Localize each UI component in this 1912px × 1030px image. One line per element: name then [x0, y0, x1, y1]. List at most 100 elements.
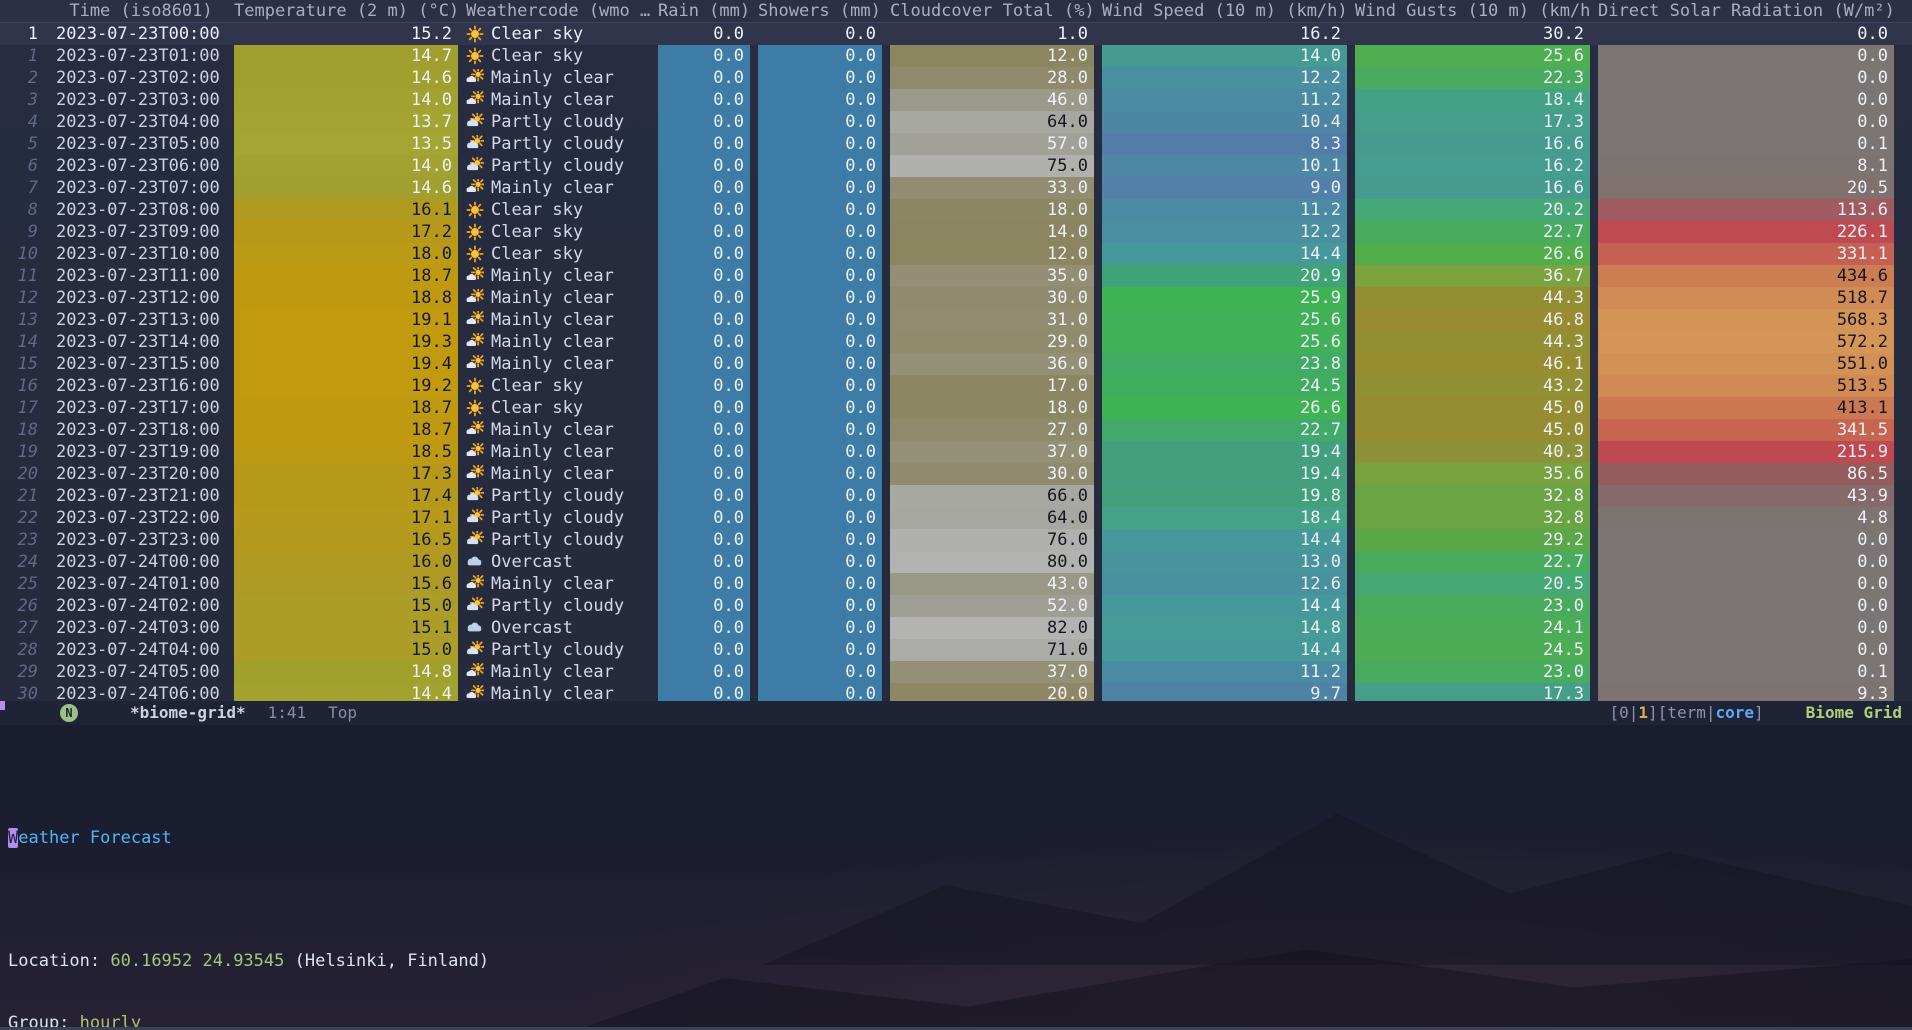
wind-gusts-cell: 18.4	[1355, 89, 1590, 111]
wind-speed-cell: 9.7	[1102, 683, 1347, 701]
partly-cloudy-icon	[466, 597, 484, 615]
time-cell: 2023-07-23T17:00	[56, 397, 226, 419]
mainly-clear-icon	[466, 443, 484, 461]
cloudcover-cell: 31.0	[890, 309, 1094, 331]
temperature-cell: 14.8	[234, 661, 458, 683]
partly-cloudy-icon	[466, 641, 484, 659]
line-number: 4	[2, 111, 48, 133]
table-row[interactable]: 22023-07-23T02:0014.6Mainly clear0.00.02…	[0, 67, 1912, 89]
cloudcover-cell: 76.0	[890, 529, 1094, 551]
col-header-temperature[interactable]: Temperature (2 m) (°C)	[234, 0, 458, 22]
table-row[interactable]: 62023-07-23T06:0014.0Partly cloudy0.00.0…	[0, 155, 1912, 177]
cloudcover-cell: 64.0	[890, 111, 1094, 133]
col-header-weathercode[interactable]: Weathercode (wmo …	[466, 0, 650, 22]
table-row[interactable]: 262023-07-24T02:0015.0Partly cloudy0.00.…	[0, 595, 1912, 617]
weather-table-rows: 12023-07-23T00:0015.2Clear sky0.00.01.01…	[0, 23, 1912, 701]
mainly-clear-icon	[466, 179, 484, 197]
table-row[interactable]: 292023-07-24T05:0014.8Mainly clear0.00.0…	[0, 661, 1912, 683]
rain-cell: 0.0	[658, 309, 750, 331]
col-header-time[interactable]: Time (iso8601)	[56, 0, 226, 22]
table-row[interactable]: 12023-07-23T00:0015.2Clear sky0.00.01.01…	[0, 23, 1912, 45]
col-header-solar-radiation[interactable]: Direct Solar Radiation (W/m²)	[1598, 0, 1894, 22]
tab-group-term[interactable]: term	[1667, 703, 1706, 722]
table-row[interactable]: 172023-07-23T17:0018.7Clear sky0.00.018.…	[0, 397, 1912, 419]
place-value: (Helsinki, Finland)	[295, 951, 489, 971]
workspace-0[interactable]: 0	[1619, 703, 1629, 722]
col-header-showers[interactable]: Showers (mm)	[758, 0, 882, 22]
solar-radiation-cell: 0.0	[1598, 23, 1894, 45]
wind-speed-cell: 25.9	[1102, 287, 1347, 309]
solar-radiation-cell: 341.5	[1598, 419, 1894, 441]
wind-gusts-cell: 22.7	[1355, 221, 1590, 243]
table-row[interactable]: 222023-07-23T22:0017.1Partly cloudy0.00.…	[0, 507, 1912, 529]
table-row[interactable]: 192023-07-23T19:0018.5Mainly clear0.00.0…	[0, 441, 1912, 463]
partly-cloudy-icon	[466, 487, 484, 505]
col-header-wind-speed[interactable]: Wind Speed (10 m) (km/h)	[1102, 0, 1347, 22]
meow-state-indicator: N	[60, 704, 78, 722]
workspace-indicator[interactable]: [0|1]	[1609, 701, 1657, 725]
time-cell: 2023-07-23T05:00	[56, 133, 226, 155]
weathercode-cell: Partly cloudy	[466, 133, 650, 155]
showers-cell: 0.0	[758, 309, 882, 331]
weather-label: Mainly clear	[491, 683, 614, 701]
table-row[interactable]: 32023-07-23T03:0014.0Mainly clear0.00.04…	[0, 89, 1912, 111]
temperature-cell: 14.6	[234, 177, 458, 199]
table-row[interactable]: 92023-07-23T09:0017.2Clear sky0.00.014.0…	[0, 221, 1912, 243]
table-row[interactable]: 102023-07-23T10:0018.0Clear sky0.00.012.…	[0, 243, 1912, 265]
tab-group-core[interactable]: core	[1716, 703, 1755, 722]
solar-radiation-cell: 0.0	[1598, 67, 1894, 89]
col-header-wind-gusts[interactable]: Wind Gusts (10 m) (km/h)	[1355, 0, 1590, 22]
wind-speed-cell: 14.4	[1102, 639, 1347, 661]
table-row[interactable]: 162023-07-23T16:0019.2Clear sky0.00.017.…	[0, 375, 1912, 397]
table-row[interactable]: 52023-07-23T05:0013.5Partly cloudy0.00.0…	[0, 133, 1912, 155]
temperature-cell: 15.1	[234, 617, 458, 639]
weather-label: Partly cloudy	[491, 133, 624, 155]
temperature-cell: 14.7	[234, 45, 458, 67]
table-row[interactable]: 42023-07-23T04:0013.7Partly cloudy0.00.0…	[0, 111, 1912, 133]
wind-gusts-cell: 20.2	[1355, 199, 1590, 221]
workspace-1[interactable]: 1	[1638, 703, 1648, 722]
table-row[interactable]: 242023-07-24T00:0016.0Overcast0.00.080.0…	[0, 551, 1912, 573]
title-text: eather Forecast	[18, 828, 172, 848]
cloudcover-cell: 12.0	[890, 45, 1094, 67]
table-row[interactable]: 142023-07-23T14:0019.3Mainly clear0.00.0…	[0, 331, 1912, 353]
table-row[interactable]: 122023-07-23T12:0018.8Mainly clear0.00.0…	[0, 287, 1912, 309]
line-number: 9	[2, 221, 48, 243]
weather-label: Partly cloudy	[491, 595, 624, 617]
wind-speed-cell: 19.8	[1102, 485, 1347, 507]
table-row[interactable]: 82023-07-23T08:0016.1Clear sky0.00.018.0…	[0, 199, 1912, 221]
cloudcover-cell: 20.0	[890, 683, 1094, 701]
table-row[interactable]: 212023-07-23T21:0017.4Partly cloudy0.00.…	[0, 485, 1912, 507]
table-row[interactable]: 132023-07-23T13:0019.1Mainly clear0.00.0…	[0, 309, 1912, 331]
table-row[interactable]: 112023-07-23T11:0018.7Mainly clear0.00.0…	[0, 265, 1912, 287]
weathercode-cell: Partly cloudy	[466, 485, 650, 507]
table-row[interactable]: 72023-07-23T07:0014.6Mainly clear0.00.03…	[0, 177, 1912, 199]
col-header-rain[interactable]: Rain (mm)	[658, 0, 750, 22]
time-cell: 2023-07-23T15:00	[56, 353, 226, 375]
table-row[interactable]: 182023-07-23T18:0018.7Mainly clear0.00.0…	[0, 419, 1912, 441]
clear-sky-icon	[466, 377, 484, 395]
table-row[interactable]: 152023-07-23T15:0019.4Mainly clear0.00.0…	[0, 353, 1912, 375]
scroll-position: Top	[328, 701, 357, 725]
time-cell: 2023-07-23T03:00	[56, 89, 226, 111]
table-row[interactable]: 232023-07-23T23:0016.5Partly cloudy0.00.…	[0, 529, 1912, 551]
tab-group-indicator[interactable]: [term|core]	[1658, 701, 1764, 725]
cloudcover-cell: 36.0	[890, 353, 1094, 375]
partly-cloudy-icon	[466, 135, 484, 153]
table-row[interactable]: 282023-07-24T04:0015.0Partly cloudy0.00.…	[0, 639, 1912, 661]
location-label: Location:	[8, 951, 100, 971]
table-row[interactable]: 202023-07-23T20:0017.3Mainly clear0.00.0…	[0, 463, 1912, 485]
rain-cell: 0.0	[658, 595, 750, 617]
table-row[interactable]: 302023-07-24T06:0014.4Mainly clear0.00.0…	[0, 683, 1912, 701]
table-row[interactable]: 252023-07-24T01:0015.6Mainly clear0.00.0…	[0, 573, 1912, 595]
table-row[interactable]: 272023-07-24T03:0015.1Overcast0.00.082.0…	[0, 617, 1912, 639]
time-cell: 2023-07-23T19:00	[56, 441, 226, 463]
table-row[interactable]: 12023-07-23T01:0014.7Clear sky0.00.012.0…	[0, 45, 1912, 67]
modeline: N *biome-grid* 1:41 Top [0|1] [term|core…	[0, 701, 1912, 725]
mainly-clear-icon	[466, 289, 484, 307]
col-header-cloudcover[interactable]: Cloudcover Total (%)	[890, 0, 1094, 22]
weathercode-cell: Clear sky	[466, 375, 650, 397]
rain-cell: 0.0	[658, 529, 750, 551]
temperature-cell: 17.2	[234, 221, 458, 243]
buffer-name[interactable]: *biome-grid*	[130, 701, 246, 725]
